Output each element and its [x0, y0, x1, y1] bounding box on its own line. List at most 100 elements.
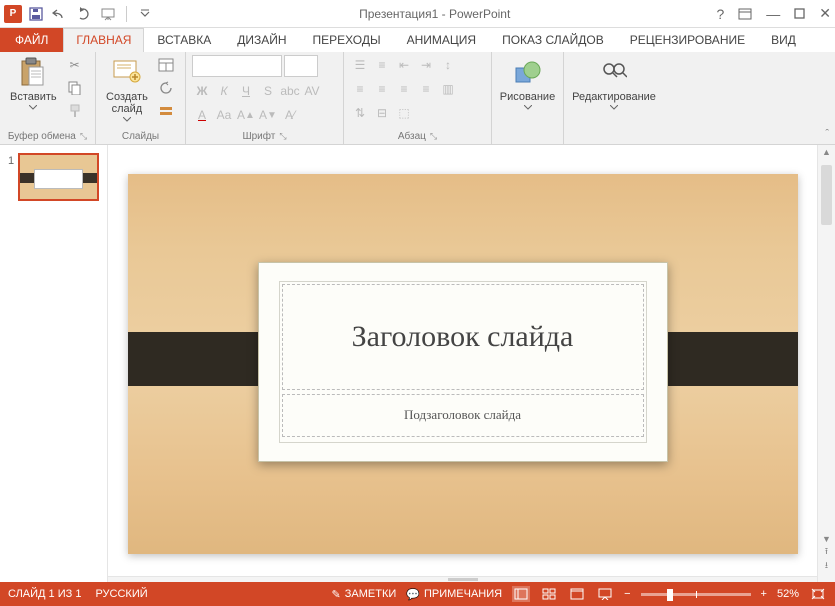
- zoom-slider[interactable]: [641, 593, 751, 596]
- qat-customize-icon[interactable]: [137, 6, 153, 22]
- slide-canvas[interactable]: Заголовок слайда Подзаголовок слайда: [108, 145, 817, 582]
- clipboard-launcher-icon[interactable]: ⤡: [80, 131, 87, 142]
- align-text-icon[interactable]: ⊟: [372, 103, 392, 123]
- thumbnail-number: 1: [8, 153, 14, 201]
- underline-icon[interactable]: Ч: [236, 81, 256, 101]
- tab-slideshow[interactable]: ПОКАЗ СЛАЙДОВ: [489, 28, 617, 52]
- cut-icon[interactable]: ✂: [65, 55, 85, 75]
- paste-label: Вставить: [10, 91, 57, 103]
- smartart-icon[interactable]: ⬚: [394, 103, 414, 123]
- tab-insert[interactable]: ВСТАВКА: [144, 28, 224, 52]
- slideshow-view-icon[interactable]: [596, 586, 614, 602]
- strikethrough-icon[interactable]: abc: [280, 81, 300, 101]
- reset-icon[interactable]: [156, 78, 176, 98]
- ribbon-display-icon[interactable]: [738, 8, 752, 20]
- paste-icon: [17, 57, 49, 89]
- language-indicator[interactable]: РУССКИЙ: [95, 588, 147, 600]
- tab-transitions[interactable]: ПЕРЕХОДЫ: [300, 28, 394, 52]
- sorter-view-icon[interactable]: [540, 586, 558, 602]
- shadow-icon[interactable]: S: [258, 81, 278, 101]
- notes-button[interactable]: ✎ЗАМЕТКИ: [332, 588, 397, 601]
- decrease-indent-icon[interactable]: ⇤: [394, 55, 414, 75]
- bold-icon[interactable]: Ж: [192, 81, 212, 101]
- subtitle-placeholder[interactable]: Подзаголовок слайда: [282, 394, 644, 438]
- slide-thumbnail[interactable]: 1: [8, 153, 99, 201]
- shrink-font-icon[interactable]: A▼: [258, 105, 278, 125]
- slide-counter[interactable]: СЛАЙД 1 ИЗ 1: [8, 588, 81, 600]
- scroll-thumb[interactable]: [821, 165, 832, 225]
- zoom-in-button[interactable]: +: [761, 588, 767, 600]
- tab-file[interactable]: ФАЙЛ: [0, 28, 63, 52]
- bullets-icon[interactable]: ☰: [350, 55, 370, 75]
- comments-button[interactable]: 💬ПРИМЕЧАНИЯ: [406, 588, 502, 601]
- minimize-icon[interactable]: —: [766, 6, 780, 22]
- paste-button[interactable]: Вставить: [6, 55, 61, 112]
- group-slides-label: Слайды: [122, 131, 159, 142]
- maximize-icon[interactable]: [794, 8, 805, 19]
- editing-button[interactable]: Редактирование: [568, 55, 660, 112]
- copy-icon[interactable]: [65, 78, 85, 98]
- start-slideshow-icon[interactable]: [100, 6, 116, 22]
- group-paragraph-label: Абзац: [398, 131, 426, 142]
- save-icon[interactable]: [28, 6, 44, 22]
- align-center-icon[interactable]: ≡: [372, 79, 392, 99]
- thumbnail-preview: [18, 153, 99, 201]
- status-bar: СЛАЙД 1 ИЗ 1 РУССКИЙ ✎ЗАМЕТКИ 💬ПРИМЕЧАНИ…: [0, 582, 835, 606]
- group-drawing: Рисование: [492, 52, 564, 144]
- align-left-icon[interactable]: ≡: [350, 79, 370, 99]
- zoom-level[interactable]: 52%: [777, 588, 799, 600]
- next-slide-icon[interactable]: ⭳: [818, 558, 835, 574]
- close-icon[interactable]: ✕: [819, 5, 831, 22]
- normal-view-icon[interactable]: [512, 586, 530, 602]
- format-painter-icon[interactable]: [65, 101, 85, 121]
- justify-icon[interactable]: ≡: [416, 79, 436, 99]
- tab-design[interactable]: ДИЗАЙН: [224, 28, 299, 52]
- increase-indent-icon[interactable]: ⇥: [416, 55, 436, 75]
- line-spacing-icon[interactable]: ↕: [438, 55, 458, 75]
- paragraph-launcher-icon[interactable]: ⤡: [430, 131, 437, 142]
- vertical-scrollbar[interactable]: ▲ ▼ ⭱ ⭳: [817, 145, 835, 582]
- title-bar: P Презентация1 - PowerPoint ? — ✕: [0, 0, 835, 28]
- notes-icon: ✎: [332, 588, 341, 601]
- ribbon-tabs: ФАЙЛ ГЛАВНАЯ ВСТАВКА ДИЗАЙН ПЕРЕХОДЫ АНИ…: [0, 28, 835, 52]
- app-icon[interactable]: P: [4, 5, 22, 23]
- change-case-icon[interactable]: Aa: [214, 105, 234, 125]
- scroll-down-icon[interactable]: ▼: [818, 534, 835, 544]
- font-color-icon[interactable]: A: [192, 105, 212, 125]
- tab-view[interactable]: ВИД: [758, 28, 809, 52]
- reading-view-icon[interactable]: [568, 586, 586, 602]
- scroll-up-icon[interactable]: ▲: [818, 147, 835, 157]
- tab-home[interactable]: ГЛАВНАЯ: [63, 28, 144, 53]
- font-name-combo[interactable]: [192, 55, 282, 77]
- new-slide-button[interactable]: Создать слайд: [102, 55, 152, 124]
- help-icon[interactable]: ?: [716, 6, 724, 22]
- undo-icon[interactable]: [52, 6, 68, 22]
- align-right-icon[interactable]: ≡: [394, 79, 414, 99]
- numbering-icon[interactable]: ≡: [372, 55, 392, 75]
- section-icon[interactable]: [156, 101, 176, 121]
- tab-animations[interactable]: АНИМАЦИЯ: [394, 28, 489, 52]
- grow-font-icon[interactable]: A▲: [236, 105, 256, 125]
- title-placeholder[interactable]: Заголовок слайда: [282, 284, 644, 390]
- shapes-icon: [512, 57, 544, 89]
- clear-formatting-icon[interactable]: A⁄: [280, 105, 300, 125]
- notes-splitter[interactable]: [108, 576, 817, 582]
- editing-label: Редактирование: [572, 91, 656, 103]
- tab-review[interactable]: РЕЦЕНЗИРОВАНИЕ: [617, 28, 758, 52]
- drawing-button[interactable]: Рисование: [496, 55, 559, 112]
- redo-icon[interactable]: [76, 6, 92, 22]
- font-launcher-icon[interactable]: ⤡: [279, 131, 286, 142]
- char-spacing-icon[interactable]: AV: [302, 81, 322, 101]
- zoom-out-button[interactable]: −: [624, 588, 630, 600]
- collapse-ribbon-icon[interactable]: ˆ: [825, 128, 829, 140]
- fit-window-icon[interactable]: [809, 586, 827, 602]
- font-size-combo[interactable]: [284, 55, 318, 77]
- work-area: 1 Заголовок слайда Подзаголовок слайда: [0, 145, 835, 582]
- italic-icon[interactable]: К: [214, 81, 234, 101]
- group-font-label: Шрифт: [242, 131, 275, 142]
- layout-icon[interactable]: [156, 55, 176, 75]
- text-direction-icon[interactable]: ⇅: [350, 103, 370, 123]
- columns-icon[interactable]: ▥: [438, 79, 458, 99]
- group-clipboard: Вставить ✂ Буфер обмена⤡: [0, 52, 96, 144]
- ribbon: Вставить ✂ Буфер обмена⤡ Создать слайд: [0, 52, 835, 145]
